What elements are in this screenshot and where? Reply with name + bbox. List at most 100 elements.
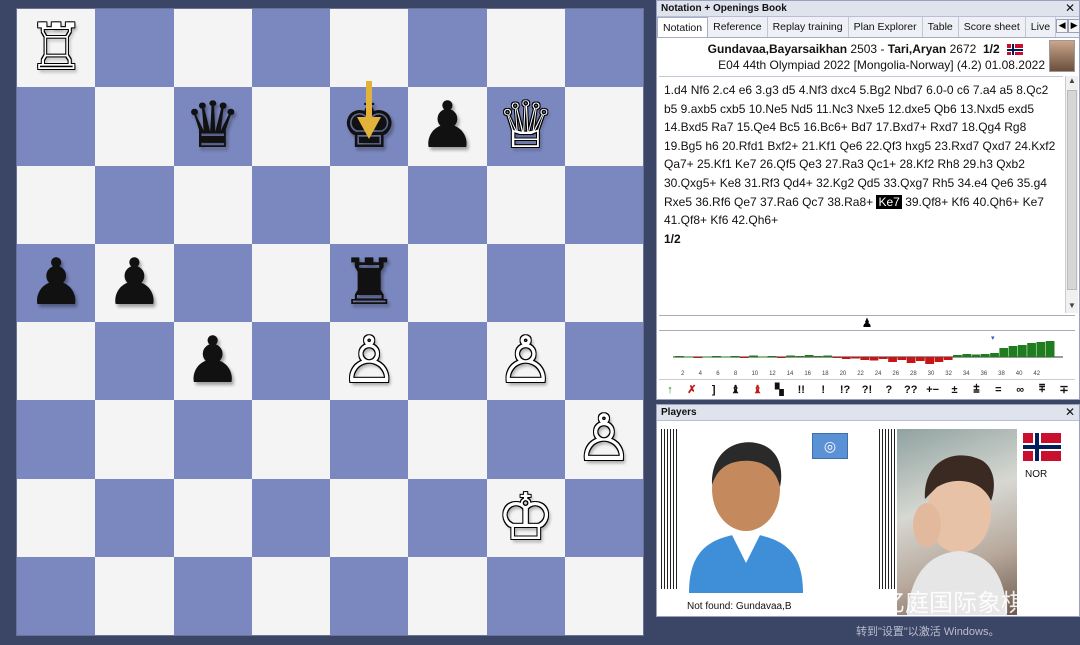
board-square[interactable]: [95, 165, 174, 244]
tab-replay-training[interactable]: Replay training: [768, 17, 849, 37]
board-square[interactable]: [251, 243, 330, 322]
board-square[interactable]: ♟: [173, 322, 252, 401]
board-square[interactable]: [408, 478, 487, 557]
scroll-down-icon[interactable]: ▼: [1066, 301, 1078, 313]
board-square[interactable]: [95, 322, 174, 401]
board-square[interactable]: [17, 556, 96, 635]
board-square[interactable]: ♜: [330, 243, 409, 322]
board-square[interactable]: ♚: [330, 81, 409, 166]
annotation-symbol-button[interactable]: ∓: [1053, 383, 1075, 396]
board-square[interactable]: [330, 165, 409, 244]
board-square[interactable]: [330, 478, 409, 557]
board-square[interactable]: [17, 165, 96, 244]
board-square[interactable]: [17, 400, 96, 479]
scroll-up-icon[interactable]: ▲: [1066, 76, 1078, 88]
moves-before-current[interactable]: 1.d4 Nf6 2.c4 e6 3.g3 d5 4.Nf3 dxc4 5.Bg…: [664, 83, 1055, 209]
annotation-symbol-button[interactable]: !!: [790, 384, 812, 396]
board-square[interactable]: [95, 87, 174, 166]
board-square[interactable]: [408, 322, 487, 401]
evaluation-graph[interactable]: 2 4 6 8 10 12 14 16 18 20 22 24 26 28 30 32 34 36 38 40 42▾: [659, 333, 1075, 377]
board-square[interactable]: [95, 478, 174, 557]
board-square[interactable]: [564, 9, 643, 88]
board-square[interactable]: [564, 87, 643, 166]
board-square[interactable]: [173, 9, 252, 88]
board-square[interactable]: ♛: [173, 87, 252, 166]
annotation-symbol-button[interactable]: ↑: [659, 384, 681, 396]
black-pawn-piece[interactable]: ♟: [106, 251, 163, 315]
scroll-thumb[interactable]: [1067, 90, 1077, 290]
black-rook-piece[interactable]: ♜: [340, 251, 397, 315]
board-square[interactable]: [95, 556, 174, 635]
board-square[interactable]: [17, 478, 96, 557]
board-square[interactable]: [173, 556, 252, 635]
board-square[interactable]: [173, 478, 252, 557]
tab-reference[interactable]: Reference: [708, 17, 768, 37]
board-square[interactable]: [17, 87, 96, 166]
white-rook-piece[interactable]: ♖: [27, 16, 84, 80]
board-square[interactable]: ♟: [95, 243, 174, 322]
board-square[interactable]: ♟: [408, 87, 487, 166]
black-pawn-piece[interactable]: ♟: [419, 94, 476, 158]
tab-notation[interactable]: Notation: [657, 17, 709, 37]
board-square[interactable]: [486, 9, 565, 88]
tab-score-sheet[interactable]: Score sheet: [959, 17, 1026, 37]
annotation-symbol-button[interactable]: ♝: [725, 383, 747, 396]
white-king-piece[interactable]: ♔: [497, 486, 554, 550]
board-square[interactable]: ♙: [564, 400, 643, 479]
annotation-symbol-button[interactable]: ??: [900, 384, 922, 396]
annotation-symbol-button[interactable]: !: [812, 384, 834, 396]
board-square[interactable]: [95, 9, 174, 88]
board-square[interactable]: [251, 322, 330, 401]
board-square[interactable]: [173, 243, 252, 322]
move-list[interactable]: 1.d4 Nf6 2.c4 e6 3.g3 d5 4.Nf3 dxc4 5.Bg…: [659, 76, 1063, 313]
close-icon[interactable]: ✕: [1065, 405, 1075, 419]
tab-table[interactable]: Table: [923, 17, 959, 37]
board-square[interactable]: [408, 243, 487, 322]
board-square[interactable]: ♕: [486, 87, 565, 166]
board-square[interactable]: [330, 9, 409, 88]
annotation-symbol-button[interactable]: ]: [703, 384, 725, 396]
board-square[interactable]: [330, 400, 409, 479]
board-square[interactable]: [408, 556, 487, 635]
annotation-symbol-button[interactable]: ✗: [681, 383, 703, 396]
annotation-symbol-button[interactable]: !?: [834, 384, 856, 396]
board-square[interactable]: [564, 243, 643, 322]
annotation-symbol-button[interactable]: ?: [878, 384, 900, 396]
chevron-right-icon[interactable]: ▶: [1068, 19, 1080, 33]
annotation-symbol-button[interactable]: ♝: [747, 383, 769, 396]
white-pawn-piece[interactable]: ♙: [340, 329, 397, 393]
white-pawn-piece[interactable]: ♙: [497, 329, 554, 393]
tab-plan-explorer[interactable]: Plan Explorer: [849, 17, 923, 37]
board-square[interactable]: [564, 478, 643, 557]
board-square[interactable]: [408, 400, 487, 479]
board-square[interactable]: [564, 165, 643, 244]
board-square[interactable]: [95, 400, 174, 479]
black-queen-piece[interactable]: ♛: [184, 94, 241, 158]
board-square[interactable]: [251, 9, 330, 88]
annotation-symbol-button[interactable]: ⩱: [1031, 383, 1053, 396]
tab-live[interactable]: Live: [1026, 17, 1057, 37]
board-square[interactable]: [251, 165, 330, 244]
board-square[interactable]: ♔: [486, 478, 565, 557]
board-square[interactable]: [251, 400, 330, 479]
board-square[interactable]: ♙: [486, 322, 565, 401]
white-queen-piece[interactable]: ♕: [497, 94, 554, 158]
board-square[interactable]: ♙: [330, 322, 409, 401]
black-pawn-piece[interactable]: ♟: [27, 251, 84, 315]
board-square[interactable]: [564, 556, 643, 635]
annotation-symbol-button[interactable]: ∞: [1009, 384, 1031, 396]
move-list-scrollbar[interactable]: ▲ ▼: [1065, 76, 1078, 313]
annotation-symbol-button[interactable]: ⩲: [965, 383, 987, 396]
annotation-symbol-button[interactable]: ?!: [856, 384, 878, 396]
board-square[interactable]: [486, 556, 565, 635]
board-square[interactable]: [251, 87, 330, 166]
board-square[interactable]: ♖: [17, 9, 96, 88]
board-square[interactable]: [486, 243, 565, 322]
white-pawn-piece[interactable]: ♙: [575, 407, 632, 471]
board-square[interactable]: [251, 556, 330, 635]
annotation-symbol-button[interactable]: =: [987, 384, 1009, 396]
board-square[interactable]: [173, 400, 252, 479]
board-square[interactable]: [486, 165, 565, 244]
board-square[interactable]: [408, 9, 487, 88]
annotation-symbol-button[interactable]: +−: [922, 384, 944, 396]
